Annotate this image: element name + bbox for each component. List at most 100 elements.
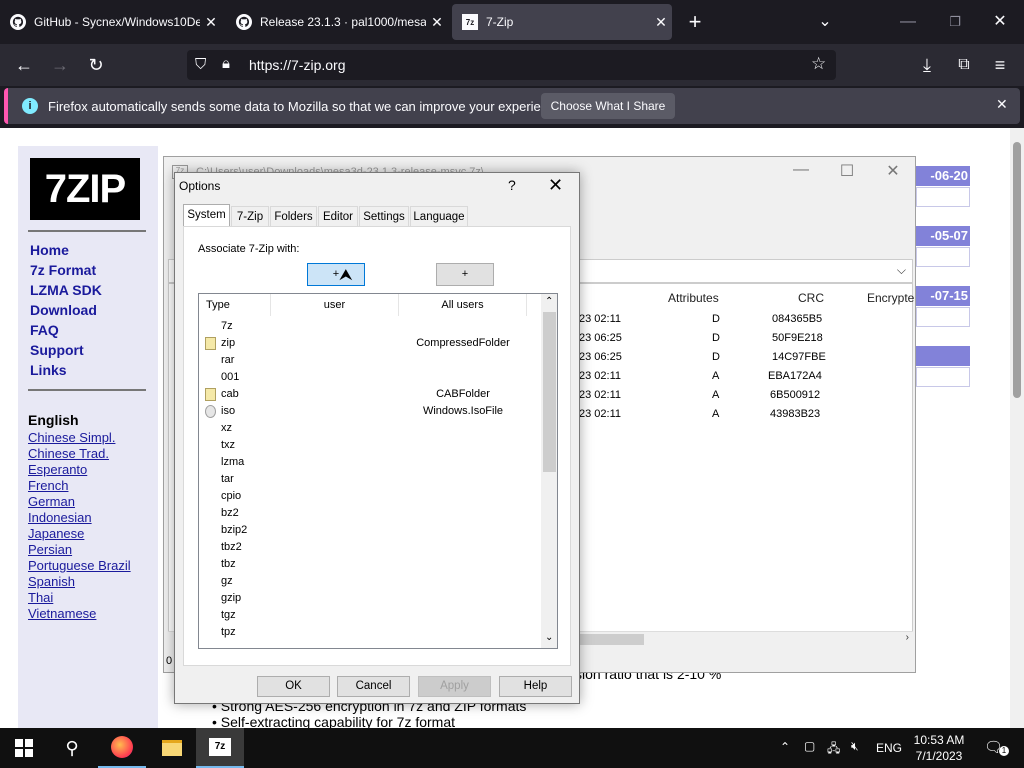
column-header-all-users[interactable]: All users bbox=[399, 294, 527, 316]
forward-arrow-icon[interactable]: → bbox=[45, 50, 75, 80]
nav-faq[interactable]: FAQ bbox=[30, 322, 59, 338]
nav-download[interactable]: Download bbox=[30, 302, 97, 318]
device-icon[interactable]: ▢ bbox=[804, 739, 815, 753]
list-item[interactable]: tar bbox=[199, 471, 539, 488]
tab-language[interactable]: Language bbox=[410, 206, 468, 226]
lang-link[interactable]: Chinese Trad. bbox=[28, 446, 109, 461]
nav-7z-format[interactable]: 7z Format bbox=[30, 262, 96, 278]
network-icon[interactable]: 🖧︎ bbox=[827, 739, 840, 760]
column-header-attributes[interactable]: Attributes bbox=[668, 291, 719, 305]
new-tab-button[interactable]: + bbox=[680, 0, 710, 44]
reload-icon[interactable]: ↻ bbox=[81, 50, 111, 80]
close-tab-icon[interactable]: ✕ bbox=[200, 14, 222, 31]
clock-time[interactable]: 10:53 AM bbox=[912, 733, 966, 747]
minimize-window-icon[interactable]: — bbox=[893, 0, 923, 44]
nav-home[interactable]: Home bbox=[30, 242, 69, 258]
show-hidden-icons-chevron[interactable]: ⌃ bbox=[780, 740, 790, 754]
start-windows-icon[interactable] bbox=[0, 728, 48, 768]
tab-7zip[interactable]: 7-Zip bbox=[231, 206, 269, 226]
ok-button[interactable]: OK bbox=[257, 676, 330, 697]
page-scrollbar-thumb[interactable] bbox=[1013, 142, 1021, 398]
tab-github-windows10debloater[interactable]: GitHub - Sycnex/Windows10De ✕ bbox=[0, 4, 222, 40]
lang-link[interactable]: Vietnamese bbox=[28, 606, 96, 621]
volume-muted-icon[interactable]: 🔇︎ bbox=[851, 739, 859, 754]
list-item[interactable]: zip CompressedFolder bbox=[199, 335, 539, 352]
cancel-button[interactable]: Cancel bbox=[337, 676, 410, 697]
help-button[interactable]: Help bbox=[499, 676, 572, 697]
list-item[interactable]: rar bbox=[199, 352, 539, 369]
7zip-taskbar-icon[interactable]: 7z bbox=[196, 728, 244, 768]
url-text[interactable]: https://7-zip.org bbox=[249, 57, 346, 73]
list-item[interactable]: tgz bbox=[199, 607, 539, 624]
list-item[interactable]: cpio bbox=[199, 488, 539, 505]
nav-lzma-sdk[interactable]: LZMA SDK bbox=[30, 282, 102, 298]
list-scrollbar-thumb[interactable] bbox=[543, 312, 556, 472]
close-tab-icon[interactable]: ✕ bbox=[426, 14, 448, 31]
input-language[interactable]: ENG bbox=[876, 741, 902, 755]
search-icon[interactable]: ⚲ bbox=[48, 728, 96, 768]
scroll-right-icon[interactable]: › bbox=[906, 632, 909, 643]
lang-link[interactable]: Indonesian bbox=[28, 510, 92, 525]
7zip-logo[interactable]: 7ZIP bbox=[30, 158, 140, 220]
shield-icon[interactable]: ⛉ bbox=[195, 56, 206, 73]
lang-link[interactable]: Esperanto bbox=[28, 462, 87, 477]
url-bar[interactable]: ⛉ 🔒︎ https://7-zip.org ☆ bbox=[187, 50, 836, 80]
tab-7zip[interactable]: 7z 7-Zip ✕ bbox=[452, 4, 672, 40]
close-tab-icon[interactable]: ✕ bbox=[650, 14, 672, 31]
column-header-crc[interactable]: CRC bbox=[798, 291, 824, 305]
tab-settings[interactable]: Settings bbox=[359, 206, 409, 226]
list-item[interactable]: txz bbox=[199, 437, 539, 454]
lang-link[interactable]: Persian bbox=[28, 542, 72, 557]
restore-window-icon[interactable]: ❐ bbox=[940, 0, 970, 44]
close-window-icon[interactable]: ✕ bbox=[985, 0, 1015, 44]
tab-editor[interactable]: Editor bbox=[318, 206, 358, 226]
list-vertical-scrollbar[interactable]: ⌃ ⌄ bbox=[541, 294, 557, 648]
menu-hamburger-icon[interactable]: ≡ bbox=[985, 50, 1015, 80]
lang-link[interactable]: Japanese bbox=[28, 526, 84, 541]
nav-support[interactable]: Support bbox=[30, 342, 84, 358]
nav-links[interactable]: Links bbox=[30, 362, 67, 378]
close-icon[interactable]: ✕ bbox=[878, 161, 908, 181]
list-item[interactable]: 001 bbox=[199, 369, 539, 386]
minimize-icon[interactable]: — bbox=[786, 161, 816, 179]
list-item[interactable]: bz2 bbox=[199, 505, 539, 522]
tab-system[interactable]: System bbox=[183, 204, 230, 227]
list-item[interactable]: xz bbox=[199, 420, 539, 437]
list-item[interactable]: iso Windows.IsoFile bbox=[199, 403, 539, 420]
firefox-taskbar-icon[interactable] bbox=[98, 728, 146, 768]
close-notification-icon[interactable]: ✕ bbox=[996, 96, 1008, 113]
back-arrow-icon[interactable]: ← bbox=[9, 50, 39, 80]
clock-date[interactable]: 7/1/2023 bbox=[912, 749, 966, 763]
list-item[interactable]: tbz bbox=[199, 556, 539, 573]
list-tabs-chevron-icon[interactable]: ⌄ bbox=[810, 0, 840, 44]
lang-link[interactable]: Portuguese Brazil bbox=[28, 558, 131, 573]
file-explorer-icon[interactable] bbox=[148, 728, 196, 768]
associate-user-button[interactable]: + bbox=[307, 263, 365, 286]
associate-all-users-button[interactable]: + bbox=[436, 263, 494, 286]
list-item[interactable]: 7z bbox=[199, 318, 539, 335]
tab-folders[interactable]: Folders bbox=[270, 206, 317, 226]
horizontal-scrollbar-thumb[interactable] bbox=[578, 634, 644, 645]
scroll-down-icon[interactable]: ⌄ bbox=[545, 632, 553, 643]
lang-link[interactable]: Spanish bbox=[28, 574, 75, 589]
close-icon[interactable]: ✕ bbox=[548, 175, 563, 196]
lang-link[interactable]: Chinese Simpl. bbox=[28, 430, 115, 445]
column-header-type[interactable]: Type bbox=[199, 294, 271, 316]
lock-icon[interactable]: 🔒︎ bbox=[222, 55, 230, 72]
lang-link[interactable]: German bbox=[28, 494, 75, 509]
list-item[interactable]: gzip bbox=[199, 590, 539, 607]
lang-link[interactable]: French bbox=[28, 478, 68, 493]
choose-what-i-share-button[interactable]: Choose What I Share bbox=[541, 93, 675, 119]
column-header-encrypted[interactable]: Encrypte bbox=[867, 291, 914, 305]
bookmark-star-icon[interactable]: ☆ bbox=[811, 54, 826, 74]
list-item[interactable]: gz bbox=[199, 573, 539, 590]
lang-link[interactable]: Thai bbox=[28, 590, 53, 605]
column-header-user[interactable]: user bbox=[271, 294, 399, 316]
list-item[interactable]: cab CABFolder bbox=[199, 386, 539, 403]
list-item[interactable]: bzip2 bbox=[199, 522, 539, 539]
page-scrollbar[interactable] bbox=[1010, 128, 1024, 728]
extensions-icon[interactable]: ⧉ bbox=[949, 50, 979, 80]
tab-mesa-release[interactable]: Release 23.1.3 · pal1000/mesa-d ✕ bbox=[226, 4, 448, 40]
list-item[interactable]: tbz2 bbox=[199, 539, 539, 556]
apply-button[interactable]: Apply bbox=[418, 676, 491, 697]
